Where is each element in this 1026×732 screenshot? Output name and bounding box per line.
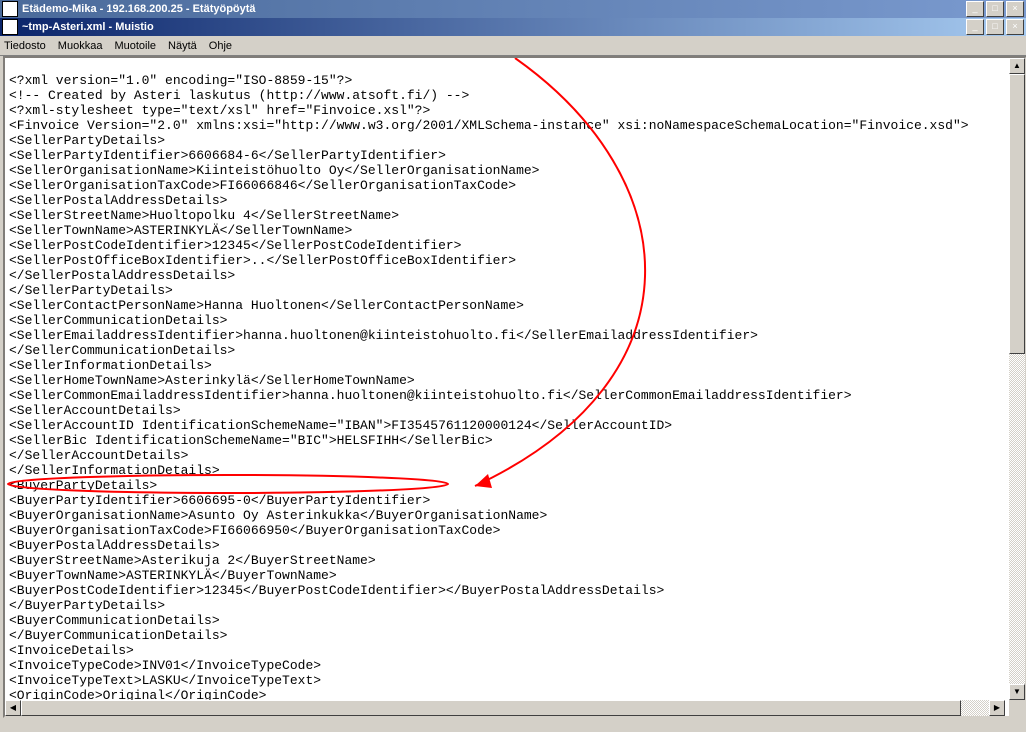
- notepad-text[interactable]: <?xml version="1.0" encoding="ISO-8859-1…: [5, 71, 1009, 718]
- menu-help[interactable]: Ohje: [209, 40, 232, 52]
- notepad-title: ~tmp-Asteri.xml - Muistio: [22, 21, 966, 33]
- notepad-menubar: Tiedosto Muokkaa Muotoile Näytä Ohje: [0, 36, 1026, 56]
- scroll-thumb-horizontal[interactable]: [21, 700, 961, 716]
- minimize-button[interactable]: _: [966, 1, 984, 17]
- notepad-minimize-button[interactable]: _: [966, 19, 984, 35]
- menu-edit[interactable]: Muokkaa: [58, 40, 103, 52]
- scroll-corner: [1009, 700, 1025, 716]
- notepad-icon: [2, 19, 18, 35]
- scroll-up-button[interactable]: ▲: [1009, 58, 1025, 74]
- menu-format[interactable]: Muotoile: [114, 40, 156, 52]
- notepad-titlebar: ~tmp-Asteri.xml - Muistio _ □ ×: [0, 18, 1026, 36]
- maximize-button[interactable]: □: [986, 1, 1004, 17]
- notepad-maximize-button[interactable]: □: [986, 19, 1004, 35]
- scroll-left-button[interactable]: ◀: [5, 700, 21, 716]
- scroll-track-horizontal[interactable]: [21, 700, 989, 716]
- horizontal-scrollbar[interactable]: ◀ ▶: [5, 700, 1005, 716]
- scroll-down-button[interactable]: ▼: [1009, 684, 1025, 700]
- notepad-close-button[interactable]: ×: [1006, 19, 1024, 35]
- close-button[interactable]: ×: [1006, 1, 1024, 17]
- menu-view[interactable]: Näytä: [168, 40, 197, 52]
- remote-desktop-title: Etädemo-Mika - 192.168.200.25 - Etätyöpö…: [22, 3, 966, 15]
- scroll-thumb-vertical[interactable]: [1009, 74, 1025, 354]
- scroll-right-button[interactable]: ▶: [989, 700, 1005, 716]
- remote-desktop-titlebar: Etädemo-Mika - 192.168.200.25 - Etätyöpö…: [0, 0, 1026, 18]
- vertical-scrollbar[interactable]: ▲ ▼: [1009, 58, 1025, 700]
- window-icon: [2, 1, 18, 17]
- scroll-track-vertical[interactable]: [1009, 74, 1025, 684]
- notepad-content-area: <?xml version="1.0" encoding="ISO-8859-1…: [3, 56, 1026, 718]
- menu-file[interactable]: Tiedosto: [4, 40, 46, 52]
